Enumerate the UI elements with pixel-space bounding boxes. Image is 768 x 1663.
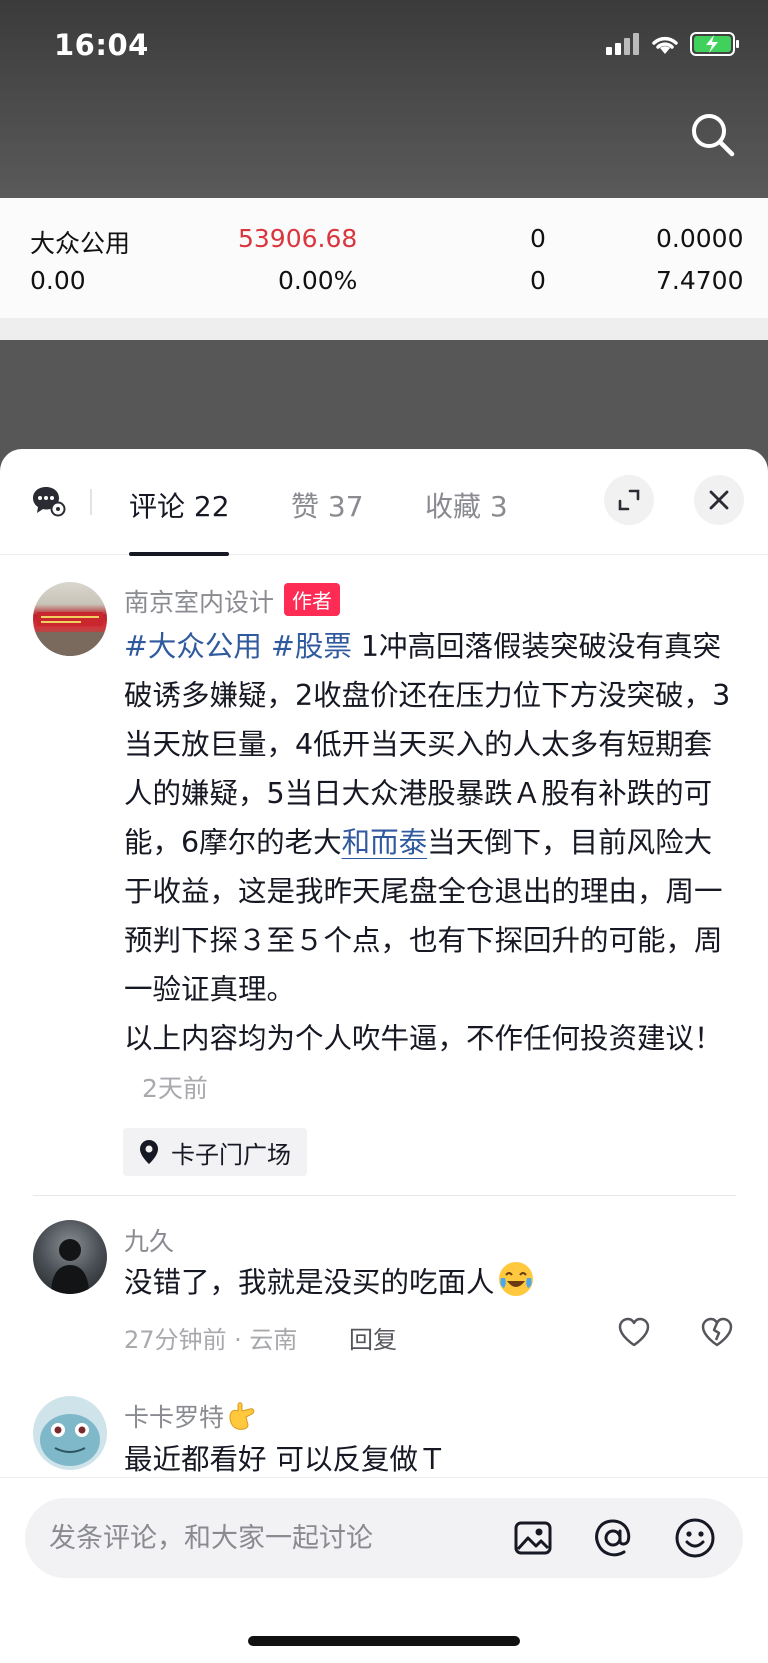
status-time: 16:04 — [54, 28, 149, 62]
expand-icon — [618, 489, 640, 511]
avatar-silhouette-icon — [51, 1239, 89, 1294]
stock-col3-row2: 0 — [530, 266, 546, 295]
close-button[interactable] — [694, 475, 744, 525]
crying-laughing-emoji-icon — [498, 1262, 533, 1296]
stock-col4-row1: 0.0000 — [656, 224, 744, 253]
reply-button[interactable]: 回复 — [349, 1320, 397, 1355]
avatar-photo-icon — [33, 612, 107, 656]
image-button[interactable] — [510, 1515, 556, 1561]
heart-outline-icon — [618, 1317, 650, 1347]
comment-text: #大众公用 #股票 1冲高回落假装突破没有真突破诱多嫌疑，2收盘价还在压力位下方… — [124, 622, 739, 1113]
hashtag-link[interactable]: #股票 — [271, 630, 352, 663]
commenter-name[interactable]: 南京室内设计 — [124, 588, 274, 617]
call-me-hand-emoji-icon — [229, 1402, 255, 1430]
stock-name: 大众公用 — [30, 229, 131, 258]
emoji-button[interactable] — [672, 1515, 718, 1561]
comment-text-part: 以上内容均为个人吹牛逼，不作任何投资建议！ — [124, 1022, 723, 1055]
author-badge: 作者 — [284, 583, 341, 616]
comment-text-part: 1冲高回落假装突破没有真突破诱多嫌疑，2收盘价还在压力位下方没突破，3当天放巨量… — [124, 630, 731, 859]
location-label: 卡子门广场 — [171, 1140, 291, 1169]
mention-button[interactable] — [590, 1515, 636, 1561]
location-tag[interactable]: 卡子门广场 — [123, 1128, 307, 1176]
avatar-cartoon-icon — [40, 1414, 100, 1466]
wifi-icon — [652, 36, 678, 54]
tab-comments[interactable]: 评论 22 — [129, 485, 230, 525]
tab-active-indicator — [129, 552, 229, 556]
video-header: 16:04 — [0, 0, 768, 198]
stock-col4-row2: 7.4700 — [656, 266, 744, 295]
stock-col3-row1: 0 — [530, 224, 546, 253]
comment-input-container — [25, 1498, 743, 1578]
mention-link[interactable]: 和而泰 — [342, 826, 428, 859]
hashtag-link[interactable]: #大众公用 — [124, 630, 262, 663]
search-button[interactable] — [688, 110, 738, 160]
dislike-button[interactable] — [700, 1316, 734, 1352]
battery-icon — [690, 32, 739, 56]
tab-favorites[interactable]: 收藏 3 — [425, 485, 508, 525]
chat-settings-button[interactable] — [32, 485, 66, 521]
avatar[interactable] — [33, 582, 107, 656]
comment-time: 2天前 — [142, 1074, 208, 1103]
like-button[interactable] — [617, 1316, 651, 1352]
close-icon — [709, 490, 729, 510]
comment-divider — [33, 1195, 736, 1196]
stock-change-pct: 0.00% — [278, 266, 358, 295]
signal-icon — [606, 33, 639, 55]
comment-meta: 27分钟前 · 云南 — [124, 1326, 298, 1354]
image-icon — [514, 1521, 552, 1555]
search-icon — [692, 114, 735, 157]
divider — [0, 318, 768, 340]
location-pin-icon — [140, 1140, 158, 1164]
at-sign-icon — [595, 1519, 631, 1557]
smiley-icon — [675, 1518, 715, 1558]
comment-text: 没错了，我就是没买的吃面人 — [124, 1258, 739, 1307]
chat-bubble-icon — [33, 487, 66, 517]
commenter-name[interactable]: 卡卡罗特 — [124, 1403, 224, 1432]
comment-text-part: 没错了，我就是没买的吃面人 — [124, 1266, 495, 1299]
expand-button[interactable] — [604, 475, 654, 525]
broken-heart-icon — [701, 1317, 733, 1347]
sheet-tab-bar: 评论 22 赞 37 收藏 3 — [0, 449, 768, 556]
comment-input[interactable] — [49, 1498, 479, 1578]
tab-divider — [90, 489, 92, 515]
avatar[interactable] — [33, 1396, 107, 1470]
stock-price: 53906.68 — [238, 224, 358, 253]
comment-input-bar — [0, 1477, 768, 1663]
avatar[interactable] — [33, 1220, 107, 1294]
status-icons — [606, 32, 740, 56]
video-background — [0, 340, 768, 460]
home-indicator — [248, 1636, 520, 1646]
commenter-name[interactable]: 九久 — [124, 1222, 174, 1258]
stock-change: 0.00 — [30, 266, 86, 295]
tab-likes[interactable]: 赞 37 — [291, 485, 364, 525]
stock-quote-panel: 大众公用 53906.68 0 0.0000 0.00 0.00% 0 7.47… — [0, 198, 768, 318]
